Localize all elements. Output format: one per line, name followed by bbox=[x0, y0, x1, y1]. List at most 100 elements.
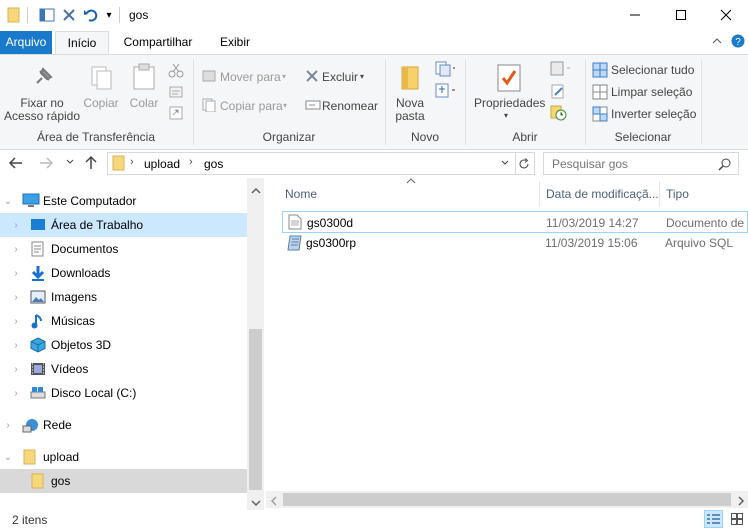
cut-icon[interactable] bbox=[168, 62, 184, 81]
search-input[interactable] bbox=[550, 155, 714, 173]
copy-to-icon[interactable] bbox=[202, 98, 216, 115]
details-view-button[interactable] bbox=[704, 510, 723, 528]
nav-item-upload[interactable]: ⌄ upload bbox=[0, 445, 247, 469]
expand-chevron-icon[interactable]: › bbox=[11, 268, 21, 279]
column-header-type[interactable]: Tipo bbox=[666, 181, 689, 207]
nav-item-this-pc[interactable]: ⌄ Este Computador bbox=[0, 189, 247, 213]
scroll-up-icon[interactable] bbox=[251, 184, 261, 198]
help-icon[interactable]: ? bbox=[731, 34, 745, 51]
move-dropdown-icon[interactable]: ▾ bbox=[282, 72, 286, 81]
expand-chevron-icon[interactable]: › bbox=[11, 220, 21, 231]
expand-chevron-icon[interactable]: › bbox=[11, 340, 21, 351]
delete-dropdown-icon[interactable]: ▾ bbox=[360, 72, 364, 81]
copy-path-icon[interactable] bbox=[168, 84, 184, 103]
scroll-right-icon[interactable] bbox=[737, 495, 745, 509]
tab-view[interactable]: Exibir bbox=[210, 31, 260, 54]
nav-item-documents[interactable]: › Documentos bbox=[0, 237, 247, 261]
paste-icon[interactable] bbox=[132, 63, 156, 94]
select-all-icon[interactable] bbox=[592, 62, 608, 81]
large-icons-view-button[interactable] bbox=[727, 510, 746, 528]
file-row[interactable]: gs0300rp 11/03/2019 15:06 Arquivo SQL bbox=[282, 232, 748, 254]
pin-icon[interactable] bbox=[31, 67, 53, 92]
back-button[interactable] bbox=[8, 155, 24, 174]
collapse-chevron-icon[interactable]: ⌄ bbox=[3, 452, 13, 463]
rename-label[interactable]: Renomear bbox=[322, 100, 378, 113]
breadcrumb-separator-icon[interactable]: › bbox=[130, 156, 134, 168]
column-header-name[interactable]: Nome bbox=[285, 181, 317, 207]
recent-locations-button[interactable] bbox=[64, 156, 76, 171]
nav-item-videos[interactable]: › Vídeos bbox=[0, 357, 247, 381]
expand-chevron-icon[interactable]: › bbox=[11, 292, 21, 303]
copy-to-label[interactable]: Copiar para bbox=[220, 100, 283, 113]
delete-icon[interactable] bbox=[305, 69, 319, 86]
breadcrumb-separator-icon[interactable]: › bbox=[189, 156, 193, 168]
nav-item-downloads[interactable]: › Downloads bbox=[0, 261, 247, 285]
nav-item-music[interactable]: › Músicas bbox=[0, 309, 247, 333]
paste-label[interactable]: Colar bbox=[124, 97, 164, 110]
close-button[interactable] bbox=[703, 0, 748, 30]
new-folder-icon[interactable] bbox=[399, 65, 423, 96]
properties-label[interactable]: Propriedades bbox=[474, 97, 545, 110]
nav-item-desktop[interactable]: › Área de Trabalho bbox=[0, 213, 247, 237]
horizontal-scrollbar-thumb[interactable] bbox=[283, 493, 731, 506]
select-all-label[interactable]: Selecionar tudo bbox=[611, 64, 694, 77]
nav-scrollbar-thumb[interactable] bbox=[249, 329, 262, 490]
copy-label[interactable]: Copiar bbox=[80, 97, 122, 110]
nav-item-gos[interactable]: gos bbox=[0, 469, 247, 493]
refresh-button[interactable] bbox=[514, 152, 535, 175]
file-row[interactable]: gs0300d 11/03/2019 14:27 Documento de bbox=[282, 211, 748, 233]
horizontal-scrollbar[interactable] bbox=[266, 491, 748, 508]
move-to-label[interactable]: Mover para bbox=[220, 71, 281, 84]
nav-item-network[interactable]: › Rede bbox=[0, 413, 247, 437]
minimize-button[interactable] bbox=[612, 0, 658, 30]
move-to-icon[interactable] bbox=[202, 69, 216, 86]
column-divider[interactable] bbox=[659, 181, 660, 207]
history-icon[interactable] bbox=[550, 105, 568, 124]
rename-icon[interactable] bbox=[305, 98, 321, 115]
collapse-chevron-icon[interactable]: ⌄ bbox=[3, 196, 13, 207]
address-history-button[interactable] bbox=[499, 157, 511, 172]
expand-chevron-icon[interactable]: › bbox=[11, 316, 21, 327]
clear-selection-label[interactable]: Limpar seleção bbox=[611, 86, 692, 99]
nav-item-pictures[interactable]: › Imagens bbox=[0, 285, 247, 309]
open-icon[interactable] bbox=[550, 61, 572, 80]
delete-quick-icon[interactable] bbox=[60, 6, 78, 24]
invert-selection-icon[interactable] bbox=[592, 106, 608, 125]
copy-to-dropdown-icon[interactable]: ▾ bbox=[283, 101, 287, 110]
edit-icon[interactable] bbox=[550, 83, 566, 102]
breadcrumb-gos[interactable]: gos bbox=[204, 157, 223, 171]
scroll-left-icon[interactable] bbox=[270, 495, 278, 509]
column-divider[interactable] bbox=[539, 181, 540, 207]
properties-dropdown-icon[interactable]: ▾ bbox=[504, 111, 508, 120]
tab-share[interactable]: Compartilhar bbox=[113, 31, 203, 54]
paste-shortcut-icon[interactable] bbox=[168, 105, 184, 124]
delete-label[interactable]: Excluir bbox=[322, 71, 358, 84]
easy-access-icon[interactable] bbox=[435, 83, 457, 102]
expand-chevron-icon[interactable]: › bbox=[11, 244, 21, 255]
invert-selection-label[interactable]: Inverter seleção bbox=[611, 108, 696, 121]
nav-item-3d-objects[interactable]: › Objetos 3D bbox=[0, 333, 247, 357]
properties-icon[interactable] bbox=[496, 63, 522, 96]
expand-chevron-icon[interactable]: › bbox=[11, 364, 21, 375]
column-header-date[interactable]: Data de modificaçã... bbox=[546, 181, 659, 207]
pin-quick-access-label[interactable]: Fixar no Acesso rápido bbox=[2, 97, 82, 123]
search-icon[interactable] bbox=[718, 157, 732, 174]
clear-selection-icon[interactable] bbox=[592, 84, 608, 103]
copy-icon[interactable] bbox=[89, 65, 115, 94]
nav-item-local-disk[interactable]: › Disco Local (C:) bbox=[0, 381, 247, 405]
tab-file[interactable]: Arquivo bbox=[0, 31, 52, 54]
properties-quick-icon[interactable] bbox=[38, 6, 56, 24]
maximize-button[interactable] bbox=[658, 0, 704, 30]
expand-chevron-icon[interactable]: › bbox=[3, 420, 13, 431]
expand-chevron-icon[interactable]: › bbox=[11, 388, 21, 399]
undo-icon[interactable] bbox=[82, 6, 100, 24]
new-item-icon[interactable] bbox=[435, 61, 457, 80]
breadcrumb-upload[interactable]: upload bbox=[144, 157, 180, 171]
tab-home[interactable]: Início bbox=[55, 31, 109, 54]
up-button[interactable] bbox=[83, 155, 99, 174]
customize-quick-access-icon[interactable]: ▾ bbox=[103, 6, 115, 24]
collapse-ribbon-icon[interactable] bbox=[711, 35, 723, 50]
address-bar[interactable]: › upload › gos bbox=[107, 152, 516, 175]
nav-scrollbar[interactable] bbox=[247, 178, 264, 510]
new-folder-label[interactable]: Nova pasta bbox=[390, 97, 430, 123]
